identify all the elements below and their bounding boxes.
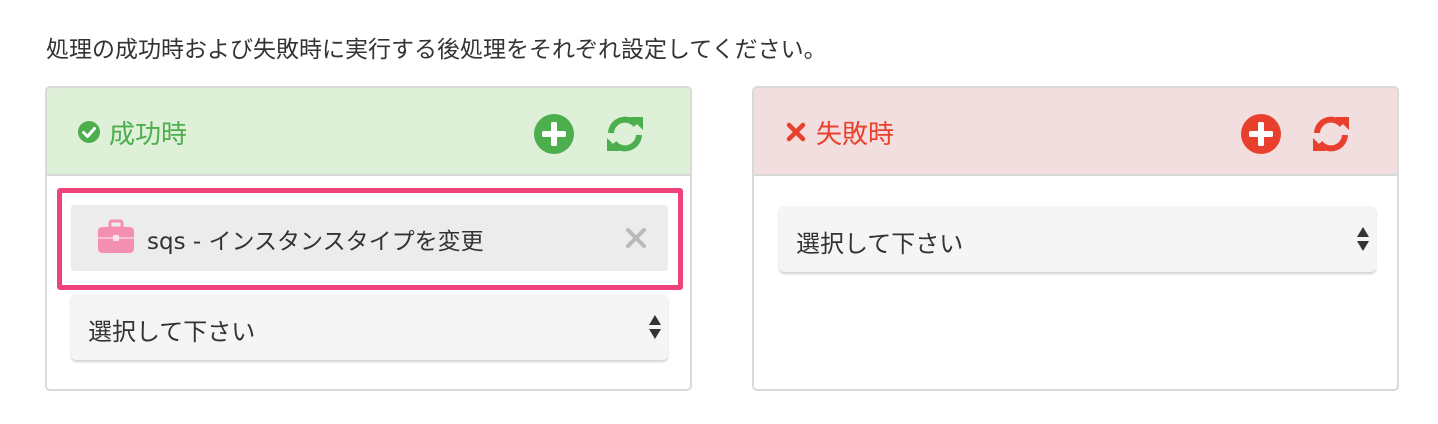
check-circle-icon xyxy=(77,120,101,144)
success-select-value: 選択して下さい xyxy=(88,318,256,346)
success-title-label: 成功時 xyxy=(109,119,188,150)
success-panel: 成功時 sqs - インスタンスタイプを変更 選択して下さい xyxy=(45,86,692,391)
failure-refresh-button[interactable] xyxy=(1310,113,1352,155)
instruction-text: 処理の成功時および失敗時に実行する後処理をそれぞれ設定してください。 xyxy=(46,37,827,63)
plus-circle-icon xyxy=(1241,114,1281,154)
action-item[interactable]: sqs - インスタンスタイプを変更 xyxy=(71,205,668,271)
failure-panel-title: 失敗時 xyxy=(784,115,895,150)
success-panel-title: 成功時 xyxy=(77,115,188,150)
success-action-select[interactable]: 選択して下さい xyxy=(71,294,668,360)
failure-add-button[interactable] xyxy=(1240,113,1282,155)
success-refresh-button[interactable] xyxy=(604,113,646,155)
refresh-icon xyxy=(1313,116,1349,152)
failure-action-select[interactable]: 選択して下さい xyxy=(779,206,1376,272)
remove-action-button[interactable] xyxy=(623,225,649,251)
briefcase-icon xyxy=(97,219,135,255)
select-arrows-icon xyxy=(648,314,662,340)
failure-title-label: 失敗時 xyxy=(816,119,895,150)
failure-panel: 失敗時 選択して下さい xyxy=(752,86,1399,391)
refresh-icon xyxy=(607,116,643,152)
success-add-button[interactable] xyxy=(533,113,575,155)
times-icon xyxy=(784,120,808,144)
close-icon xyxy=(626,228,646,248)
success-panel-header: 成功時 xyxy=(47,88,690,176)
select-arrows-icon xyxy=(1356,226,1370,252)
failure-panel-header: 失敗時 xyxy=(754,88,1397,176)
action-label: sqs - インスタンスタイプを変更 xyxy=(147,229,484,255)
plus-circle-icon xyxy=(534,114,574,154)
failure-select-value: 選択して下さい xyxy=(796,230,964,258)
